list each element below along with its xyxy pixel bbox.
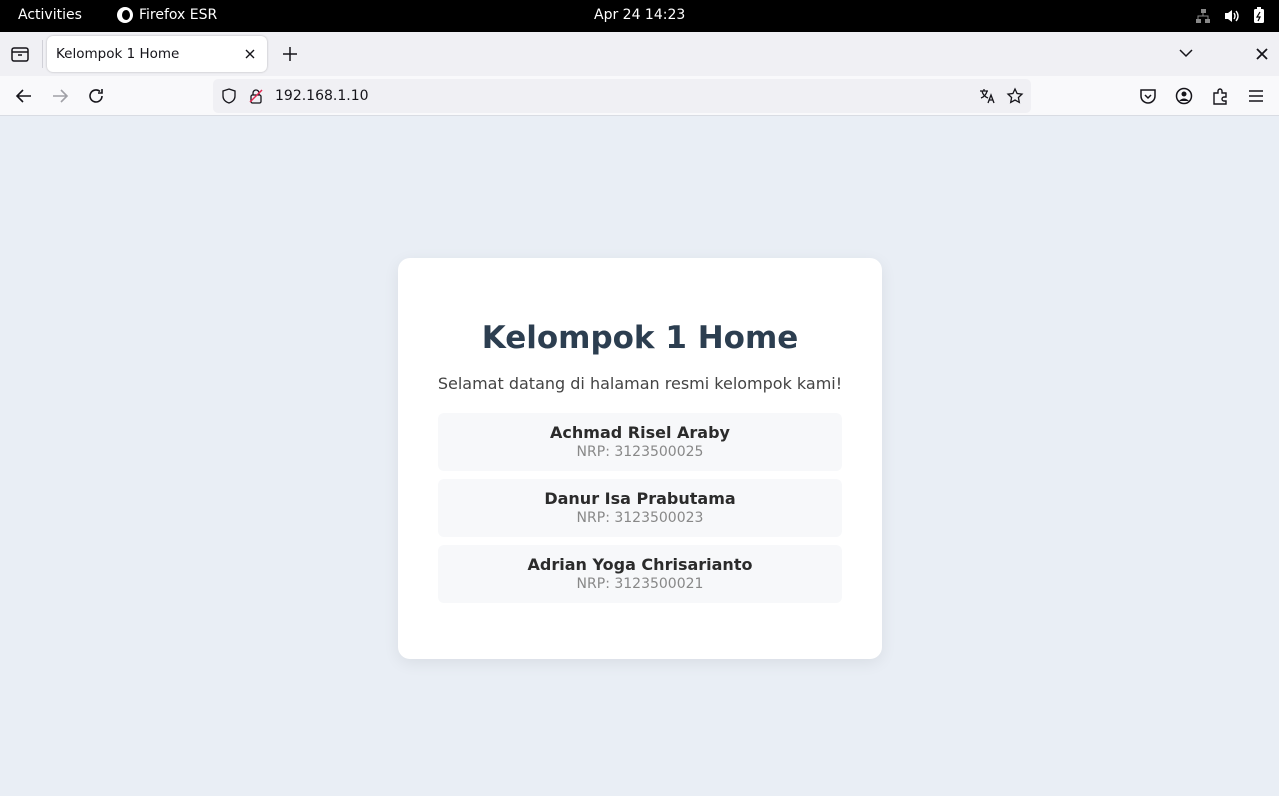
pocket-icon[interactable]: [1138, 86, 1158, 106]
window-close-icon[interactable]: [1254, 46, 1270, 62]
translate-icon[interactable]: [978, 87, 996, 105]
member-nrp: NRP: 3123500023: [576, 510, 704, 526]
navigation-toolbar: 192.168.1.10: [0, 76, 1279, 116]
volume-icon: [1225, 9, 1239, 22]
new-tab-icon[interactable]: [280, 44, 300, 64]
forward-arrow-icon[interactable]: [50, 86, 70, 106]
home-card: Kelompok 1 Home Selamat datang di halama…: [398, 258, 882, 659]
firefox-view-icon[interactable]: [10, 44, 30, 64]
app-menu[interactable]: Firefox ESR: [117, 7, 217, 23]
network-icon: [1196, 8, 1210, 23]
member-nrp: NRP: 3123500021: [576, 576, 704, 592]
reload-icon[interactable]: [86, 86, 106, 106]
hamburger-menu-icon[interactable]: [1246, 86, 1266, 106]
chevron-down-icon[interactable]: [1177, 44, 1195, 62]
member-card: Achmad Risel Araby NRP: 3123500025: [438, 413, 842, 471]
battery-icon: [1254, 7, 1264, 23]
member-name: Adrian Yoga Chrisarianto: [527, 555, 753, 574]
page-title: Kelompok 1 Home: [481, 320, 799, 356]
shield-icon[interactable]: [221, 88, 237, 104]
insecure-lock-icon[interactable]: [248, 88, 264, 104]
firefox-icon: [117, 7, 133, 23]
tab-title: Kelompok 1 Home: [56, 46, 180, 62]
app-name: Firefox ESR: [139, 7, 218, 23]
account-icon[interactable]: [1174, 86, 1194, 106]
back-arrow-icon[interactable]: [14, 86, 34, 106]
extensions-icon[interactable]: [1210, 86, 1230, 106]
page-viewport: Kelompok 1 Home Selamat datang di halama…: [0, 117, 1279, 796]
tab-separator: [42, 40, 43, 68]
system-top-bar: Activities Firefox ESR Apr 24 14:23: [0, 0, 1279, 32]
url-text[interactable]: 192.168.1.10: [275, 88, 369, 104]
welcome-subtitle: Selamat datang di halaman resmi kelompok…: [437, 374, 843, 393]
url-bar[interactable]: 192.168.1.10: [213, 79, 1031, 113]
member-name: Danur Isa Prabutama: [544, 489, 736, 508]
tab-strip: Kelompok 1 Home: [0, 32, 1279, 76]
close-tab-icon[interactable]: [241, 45, 259, 63]
member-card: Adrian Yoga Chrisarianto NRP: 3123500021: [438, 545, 842, 603]
bookmark-star-icon[interactable]: [1006, 87, 1024, 105]
member-nrp: NRP: 3123500025: [576, 444, 704, 460]
member-card: Danur Isa Prabutama NRP: 3123500023: [438, 479, 842, 537]
tab-active[interactable]: Kelompok 1 Home: [47, 36, 267, 72]
system-tray[interactable]: [1195, 7, 1265, 24]
clock[interactable]: Apr 24 14:23: [594, 7, 685, 23]
activities-button[interactable]: Activities: [18, 7, 82, 23]
member-name: Achmad Risel Araby: [550, 423, 730, 442]
